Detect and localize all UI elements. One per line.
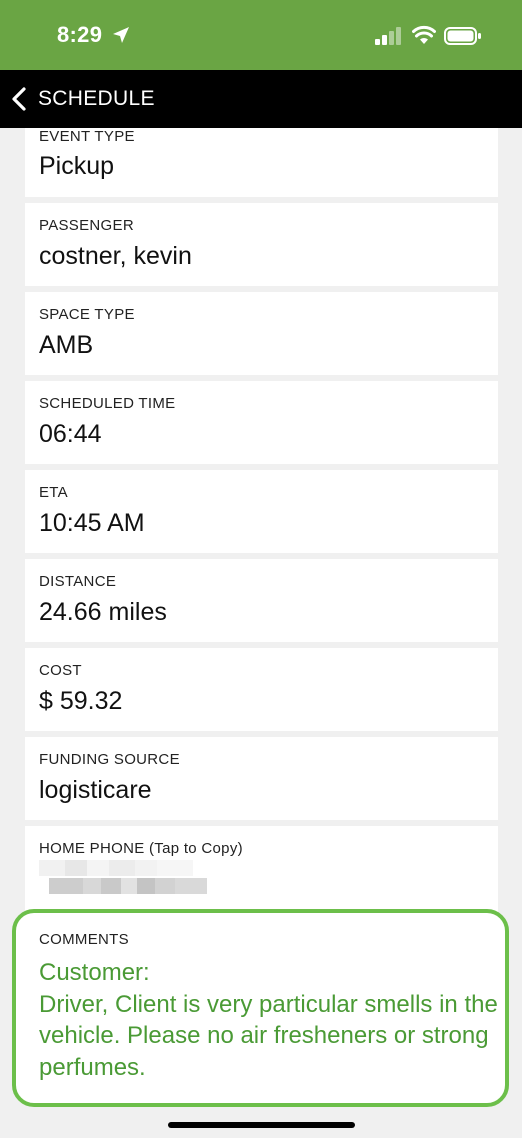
field-space-type: SPACE TYPE AMB	[25, 292, 498, 375]
redacted-phone-number[interactable]	[39, 860, 219, 896]
nav-title: SCHEDULE	[38, 87, 155, 110]
field-label: HOME PHONE (Tap to Copy)	[39, 840, 243, 857]
field-value: Pickup	[39, 152, 115, 180]
field-passenger: PASSENGER costner, kevin	[25, 203, 498, 286]
field-funding-source: FUNDING SOURCE logisticare	[25, 737, 498, 820]
field-label: FUNDING SOURCE	[39, 751, 180, 768]
field-label: SPACE TYPE	[39, 306, 135, 323]
location-arrow-icon	[113, 27, 129, 43]
status-bar: 8:29	[0, 0, 522, 70]
chevron-left-icon	[12, 87, 26, 111]
field-eta: ETA 10:45 AM	[25, 470, 498, 553]
field-label: COST	[39, 662, 82, 679]
field-home-phone[interactable]: HOME PHONE (Tap to Copy)	[25, 826, 498, 916]
field-value: 24.66 miles	[39, 598, 167, 626]
field-label: ETA	[39, 484, 68, 501]
field-value: 10:45 AM	[39, 509, 145, 537]
details-list[interactable]: EVENT TYPE Pickup PASSENGER costner, kev…	[0, 128, 522, 1138]
battery-icon	[444, 27, 481, 45]
wifi-icon	[412, 25, 436, 44]
field-cost: COST $ 59.32	[25, 648, 498, 731]
cellular-signal-icon	[375, 27, 401, 45]
home-indicator[interactable]	[168, 1122, 355, 1128]
field-label: SCHEDULED TIME	[39, 395, 176, 412]
field-label: EVENT TYPE	[39, 128, 135, 145]
comments-text: Customer: Driver, Client is very particu…	[39, 959, 498, 1081]
comments-card: COMMENTS Customer: Driver, Client is ver…	[12, 909, 509, 1107]
field-value: AMB	[39, 331, 94, 359]
field-value: $ 59.32	[39, 687, 123, 715]
back-button[interactable]: SCHEDULE	[0, 70, 200, 128]
field-value: logisticare	[39, 776, 152, 804]
field-label: PASSENGER	[39, 217, 134, 234]
field-event-type: EVENT TYPE Pickup	[25, 128, 498, 197]
field-scheduled-time: SCHEDULED TIME 06:44	[25, 381, 498, 464]
comments-label: COMMENTS	[39, 931, 129, 948]
field-value: 06:44	[39, 420, 102, 448]
nav-bar: SCHEDULE	[0, 70, 522, 128]
field-distance: DISTANCE 24.66 miles	[25, 559, 498, 642]
field-value: costner, kevin	[39, 242, 192, 270]
field-label: DISTANCE	[39, 573, 117, 590]
status-time: 8:29	[57, 22, 103, 47]
